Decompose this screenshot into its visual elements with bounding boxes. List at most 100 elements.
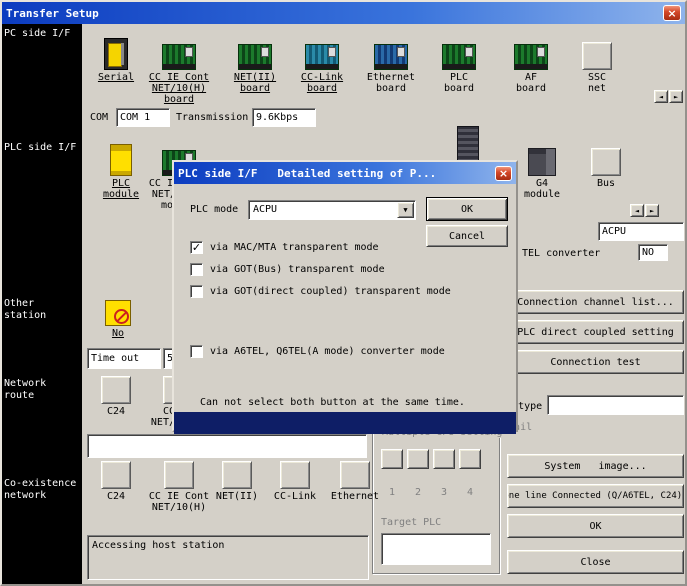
icon-label-coex-c24: C24 <box>107 491 125 502</box>
icon-label-af-board: AF board <box>509 72 553 94</box>
serial-connector-icon <box>104 38 128 70</box>
status-message: Accessing host station <box>92 540 224 551</box>
icon-label-net2-board: NET(II) board <box>224 72 286 94</box>
tel-converter-field[interactable]: NO <box>638 244 668 261</box>
co-existence-icon-c24[interactable]: C24 <box>94 457 138 502</box>
pc-side-icon-af-board[interactable]: AF board <box>502 32 560 94</box>
window-title: Transfer Setup <box>6 7 663 20</box>
transmission-label: Transmission <box>176 112 248 123</box>
co-existence-icon-ccie[interactable]: CC IE Cont NET/10(H) <box>148 457 210 513</box>
sidebar-label-co-existence: Co-existence network <box>4 478 80 502</box>
cpu-type-field[interactable] <box>547 395 684 415</box>
plc-side-detail-dialog: PLC side I/F Detailed setting of P... × … <box>172 160 518 432</box>
cpu-slot-1-button[interactable] <box>381 449 403 469</box>
pc-side-icon-cclink-board[interactable]: CC-Link board <box>290 32 354 94</box>
plc-side-scroll-left-icon[interactable]: ◄ <box>630 204 644 217</box>
co-existence-icon-cclink[interactable]: CC-Link <box>268 457 322 502</box>
blank-module-icon <box>222 461 252 489</box>
icon-label-coex-ccie: CC IE Cont NET/10(H) <box>148 491 210 513</box>
dialog-titlebar: PLC side I/F Detailed setting of P... × <box>174 162 516 184</box>
co-existence-icon-net2[interactable]: NET(II) <box>212 457 262 502</box>
chevron-down-icon[interactable]: ▼ <box>397 202 414 218</box>
checkbox-label: via A6TEL, Q6TEL(A mode) converter mode <box>210 346 445 357</box>
checkbox-unchecked-icon[interactable] <box>190 345 203 358</box>
blank-module-icon <box>101 376 131 404</box>
dialog-ok-button[interactable]: OK <box>426 197 508 221</box>
multiple-cpu-setting-group: Multiple CPU setting 1 2 3 4 Target PLC <box>372 432 500 574</box>
dialog-body: PLC mode ACPU ▼ OK Cancel ✓ via MAC/MTA … <box>174 184 516 412</box>
pcb-board-icon <box>305 44 339 70</box>
plc-side-scroll-right-icon[interactable]: ► <box>645 204 659 217</box>
blank-module-icon <box>280 461 310 489</box>
plc-mode-value: ACPU <box>253 204 277 215</box>
sidebar-label-network-route: Network route <box>4 378 80 402</box>
checkbox-checked-icon[interactable]: ✓ <box>190 241 203 254</box>
checkbox-unchecked-icon[interactable] <box>190 263 203 276</box>
co-existence-icon-ethernet[interactable]: Ethernet <box>326 457 384 502</box>
window-close-icon[interactable]: × <box>663 5 681 21</box>
target-plc-field[interactable] <box>381 533 491 565</box>
com-label: COM <box>90 112 108 123</box>
icon-label-bus: Bus <box>597 178 615 189</box>
pcb-board-icon <box>238 44 272 70</box>
icon-label-ethernet-board: Ethernet board <box>358 72 424 94</box>
icon-label-ssc-net: SSC net <box>577 72 617 94</box>
g4-module-icon <box>528 148 556 176</box>
sidebar-label-pc-side: PC side I/F <box>4 28 80 40</box>
icon-label-cclink-board: CC-Link board <box>290 72 354 94</box>
plc-side-icon-g4-module[interactable]: G4 module <box>514 138 570 200</box>
pc-side-scroll-right-icon[interactable]: ► <box>669 90 683 103</box>
plc-mode-label: PLC mode <box>190 204 238 215</box>
target-plc-label: Target PLC <box>381 517 441 528</box>
sidebar-label-plc-side: PLC side I/F <box>4 142 80 154</box>
close-button[interactable]: Close <box>507 550 684 574</box>
checkbox-label: via GOT(direct coupled) transparent mode <box>210 286 451 297</box>
plc-type-field[interactable]: ACPU <box>598 222 684 241</box>
plc-side-icon-bus[interactable]: Bus <box>582 138 630 189</box>
plc-direct-coupled-setting-button[interactable]: PLC direct coupled setting <box>507 320 684 344</box>
dialog-cancel-button[interactable]: Cancel <box>426 225 508 247</box>
other-station-field[interactable] <box>87 434 367 458</box>
cpu-slot-4-number: 4 <box>459 487 481 498</box>
blank-module-icon <box>164 461 194 489</box>
pc-side-icon-serial[interactable]: Serial <box>92 32 140 83</box>
blank-module-icon <box>591 148 621 176</box>
pc-side-icon-ethernet-board[interactable]: Ethernet board <box>358 32 424 94</box>
pc-side-icon-net2-board[interactable]: NET(II) board <box>224 32 286 94</box>
pc-side-icon-plc-board[interactable]: PLC board <box>430 32 488 94</box>
cpu-slot-3-number: 3 <box>433 487 455 498</box>
pc-side-icon-ccie-board[interactable]: CC IE Cont NET/10(H) board <box>146 32 212 105</box>
pc-side-icon-ssc-net[interactable]: SSC net <box>568 32 626 94</box>
checkbox-unchecked-icon[interactable] <box>190 285 203 298</box>
icon-label-serial: Serial <box>98 72 134 83</box>
sidebar: PC side I/F PLC side I/F Other station N… <box>2 24 82 586</box>
ok-button[interactable]: OK <box>507 514 684 538</box>
timeout-label-box: Time out <box>87 348 161 369</box>
window-titlebar: Transfer Setup × <box>2 2 685 24</box>
checkbox-mac-mta-transparent[interactable]: ✓ via MAC/MTA transparent mode <box>190 241 379 254</box>
connection-test-button[interactable]: Connection test <box>507 350 684 374</box>
checkbox-got-direct-coupled[interactable]: via GOT(direct coupled) transparent mode <box>190 285 451 298</box>
checkbox-a6tel-q6tel-converter[interactable]: via A6TEL, Q6TEL(A mode) converter mode <box>190 345 445 358</box>
icon-label-coex-ethernet: Ethernet <box>331 491 379 502</box>
phone-line-connected-button[interactable]: Phone line Connected (Q/A6TEL, C24)... <box>507 484 684 508</box>
icon-label-route-c24: C24 <box>107 406 125 417</box>
checkbox-label: via GOT(Bus) transparent mode <box>210 264 385 275</box>
system-image-button[interactable]: System image... <box>507 454 684 478</box>
connection-channel-list-button[interactable]: Connection channel list... <box>507 290 684 314</box>
pc-side-scroll-left-icon[interactable]: ◄ <box>654 90 668 103</box>
cpu-slot-3-button[interactable] <box>433 449 455 469</box>
plc-side-icon-plc-module[interactable]: PLC module <box>94 138 148 200</box>
transfer-setup-window: Transfer Setup × PC side I/F PLC side I/… <box>0 0 687 586</box>
other-station-icon-no[interactable]: No <box>96 294 140 339</box>
network-route-icon-c24[interactable]: C24 <box>94 372 138 417</box>
icon-label-coex-cclink: CC-Link <box>274 491 316 502</box>
transmission-speed-field[interactable]: 9.6Kbps <box>252 108 316 127</box>
plc-mode-combobox[interactable]: ACPU ▼ <box>248 200 416 220</box>
checkbox-label: via MAC/MTA transparent mode <box>210 242 379 253</box>
cpu-slot-4-button[interactable] <box>459 449 481 469</box>
dialog-close-icon[interactable]: × <box>495 166 512 181</box>
cpu-slot-2-button[interactable] <box>407 449 429 469</box>
checkbox-got-bus-transparent[interactable]: via GOT(Bus) transparent mode <box>190 263 385 276</box>
com-port-field[interactable]: COM 1 <box>116 108 170 127</box>
